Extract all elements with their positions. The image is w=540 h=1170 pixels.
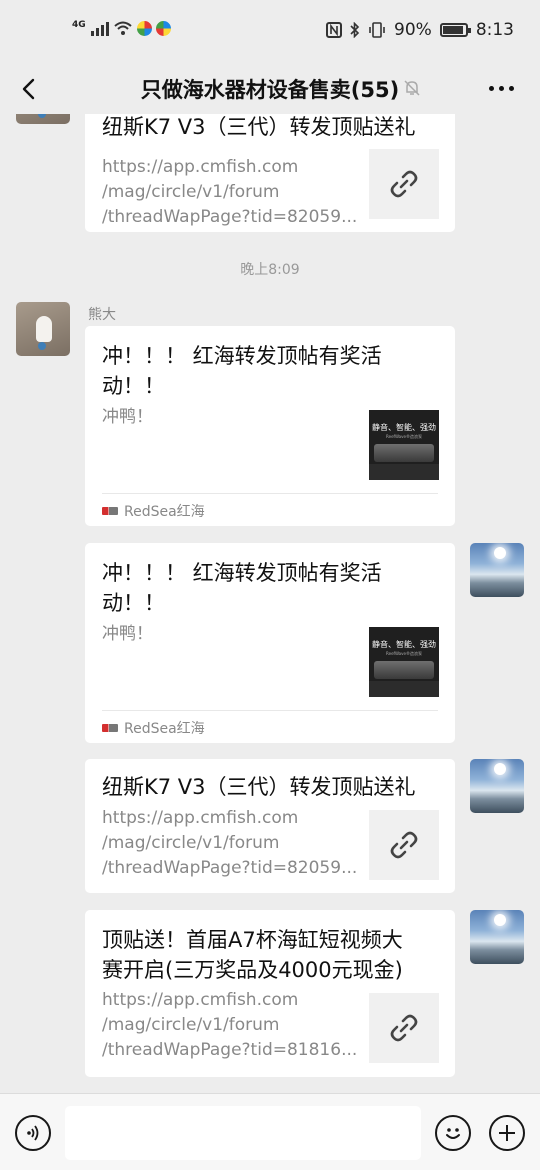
share-card[interactable]: 冲！！！ 红海转发顶帖有奖活 动！！ 冲鸭！ 静音、智能、强劲 ReefWave… (85, 543, 455, 743)
card-divider (102, 493, 438, 494)
card-description: 冲鸭！ (102, 624, 153, 644)
card-divider (102, 710, 438, 711)
self-avatar[interactable] (470, 543, 524, 597)
chat-title: 只做海水器材设备售卖(55) (140, 78, 400, 102)
link-card[interactable]: 顶贴送！首届A7杯海缸短视频大 赛开启(三万奖品及4000元现金) https:… (85, 910, 455, 1077)
app-notification-icon (136, 20, 152, 36)
thumb-caption: 静音、智能、强劲 (372, 640, 436, 649)
status-left: 4G (72, 20, 171, 36)
card-title: 冲！！！ 红海转发顶帖有奖活 (102, 561, 382, 585)
card-title: 动！！ (102, 591, 165, 615)
promo-thumbnail: 静音、智能、强劲 ReefWave®造浪泵 (369, 627, 439, 697)
thumb-subcaption: ReefWave®造浪泵 (386, 434, 422, 439)
card-url: /threadWapPage?tid=82059... (102, 207, 358, 227)
wifi-icon (113, 21, 132, 35)
voice-icon (27, 1125, 39, 1141)
card-description: 冲鸭！ (102, 407, 153, 427)
card-source: RedSea红海 (102, 718, 205, 738)
battery-fill (442, 26, 463, 34)
link-thumbnail (369, 993, 439, 1063)
plus-icon (499, 1125, 515, 1141)
more-button[interactable] (489, 86, 514, 91)
battery-percent: 90% (394, 20, 432, 40)
source-name: RedSea红海 (124, 721, 205, 737)
app-notification-icon (155, 20, 171, 36)
link-thumbnail (369, 149, 439, 219)
card-title: 冲！！！ 红海转发顶帖有奖活 (102, 344, 382, 368)
status-bar: 4G 90% 8:13 (0, 0, 540, 64)
input-bar (0, 1093, 540, 1170)
card-source: RedSea红海 (102, 501, 205, 521)
message-input[interactable] (65, 1106, 421, 1160)
message-timestamp: 晚上8:09 (240, 262, 300, 278)
promo-thumbnail: 静音、智能、强劲 ReefWave®造浪泵 (369, 410, 439, 480)
self-avatar[interactable] (470, 759, 524, 813)
chat-messages[interactable]: 纽斯K7 V3（三代）转发顶贴送礼 https://app.cmfish.com… (0, 114, 540, 1093)
sender-name: 熊大 (88, 307, 116, 323)
card-url: https://app.cmfish.com (102, 990, 299, 1010)
chat-header: 只做海水器材设备售卖(55) (0, 64, 540, 114)
card-title: 动！！ (102, 374, 165, 398)
bell-off-icon (404, 80, 420, 96)
more-dots-icon (489, 86, 494, 91)
sender-avatar[interactable] (16, 114, 70, 124)
battery-icon (439, 23, 471, 37)
card-title: 纽斯K7 V3（三代）转发顶贴送礼 (102, 775, 416, 799)
card-url: /mag/circle/v1/forum (102, 182, 280, 202)
link-card[interactable]: 纽斯K7 V3（三代）转发顶贴送礼 https://app.cmfish.com… (85, 114, 455, 232)
self-avatar[interactable] (470, 910, 524, 964)
network-type: 4G (72, 20, 86, 30)
source-name: RedSea红海 (124, 504, 205, 520)
card-url: https://app.cmfish.com (102, 157, 299, 177)
card-url: https://app.cmfish.com (102, 808, 299, 828)
link-thumbnail (369, 810, 439, 880)
link-card[interactable]: 纽斯K7 V3（三代）转发顶贴送礼 https://app.cmfish.com… (85, 759, 455, 893)
card-title: 顶贴送！首届A7杯海缸短视频大 (102, 928, 403, 952)
redsea-logo-icon (102, 507, 118, 515)
redsea-logo-icon (102, 724, 118, 732)
vibrate-icon (369, 22, 385, 38)
card-url: /threadWapPage?tid=82059... (102, 858, 358, 878)
card-title: 纽斯K7 V3（三代）转发顶贴送礼 (102, 115, 416, 139)
link-chain-icon (390, 831, 418, 859)
card-url: /mag/circle/v1/forum (102, 1015, 280, 1035)
emoji-icon (446, 1128, 460, 1139)
link-chain-icon (390, 170, 418, 198)
clock: 8:13 (475, 20, 514, 40)
card-url: /threadWapPage?tid=81816... (102, 1040, 358, 1060)
thumb-caption: 静音、智能、强劲 (372, 423, 436, 432)
plus-button[interactable] (489, 1115, 525, 1151)
signal-icon (90, 20, 109, 36)
thumb-subcaption: ReefWave®造浪泵 (386, 651, 422, 656)
status-right: 90% 8:13 (326, 20, 514, 40)
voice-button[interactable] (15, 1115, 51, 1151)
card-url: /mag/circle/v1/forum (102, 833, 280, 853)
bluetooth-icon (350, 22, 360, 38)
share-card[interactable]: 冲！！！ 红海转发顶帖有奖活 动！！ 冲鸭！ 静音、智能、强劲 ReefWave… (85, 326, 455, 526)
card-title: 赛开启(三万奖品及4000元现金) (102, 958, 403, 982)
nfc-icon (326, 22, 343, 38)
sender-avatar[interactable] (16, 302, 70, 356)
emoji-button[interactable] (435, 1115, 471, 1151)
link-chain-icon (390, 1014, 418, 1042)
